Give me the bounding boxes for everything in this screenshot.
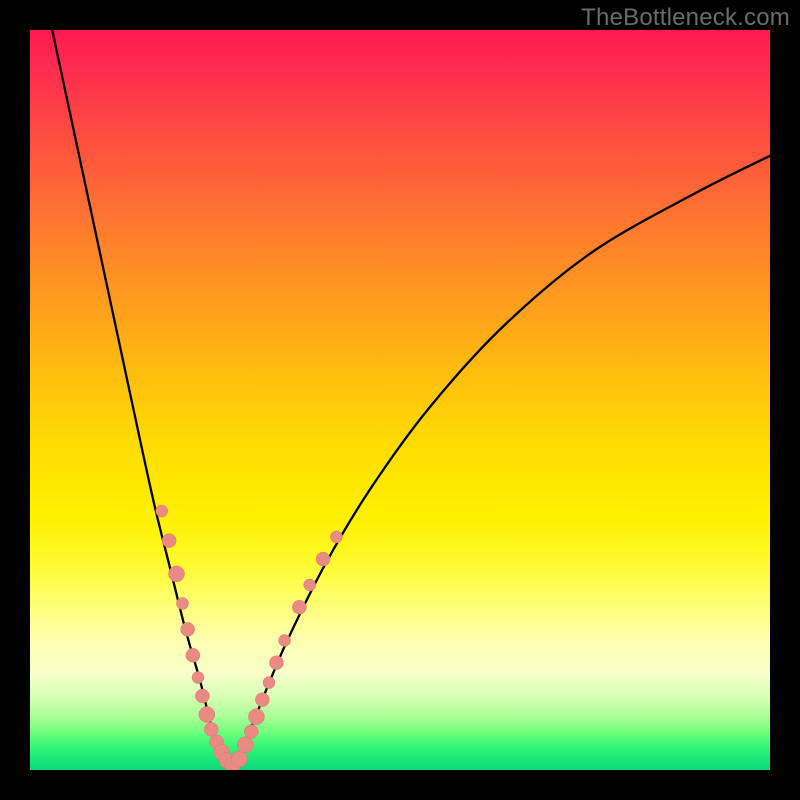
data-point	[263, 677, 275, 689]
data-point	[169, 566, 185, 582]
data-point	[186, 648, 200, 662]
data-point	[330, 531, 342, 543]
bottleneck-curve	[52, 30, 770, 766]
dots-layer	[156, 505, 343, 770]
chart-svg	[30, 30, 770, 770]
data-point	[248, 709, 264, 725]
data-point	[176, 598, 188, 610]
data-point	[156, 505, 168, 517]
data-point	[279, 635, 291, 647]
data-point	[292, 600, 306, 614]
data-point	[304, 579, 316, 591]
data-point	[316, 552, 330, 566]
data-point	[255, 693, 269, 707]
data-point	[181, 622, 195, 636]
data-point	[204, 722, 218, 736]
data-point	[192, 672, 204, 684]
data-point	[195, 689, 209, 703]
plot-area	[30, 30, 770, 770]
data-point	[244, 725, 258, 739]
data-point	[269, 656, 283, 670]
data-point	[199, 707, 215, 723]
curve-layer	[52, 30, 770, 766]
chart-frame: TheBottleneck.com	[0, 0, 800, 800]
data-point	[231, 751, 247, 767]
data-point	[162, 534, 176, 548]
data-point	[237, 737, 253, 753]
watermark-text: TheBottleneck.com	[581, 4, 790, 32]
